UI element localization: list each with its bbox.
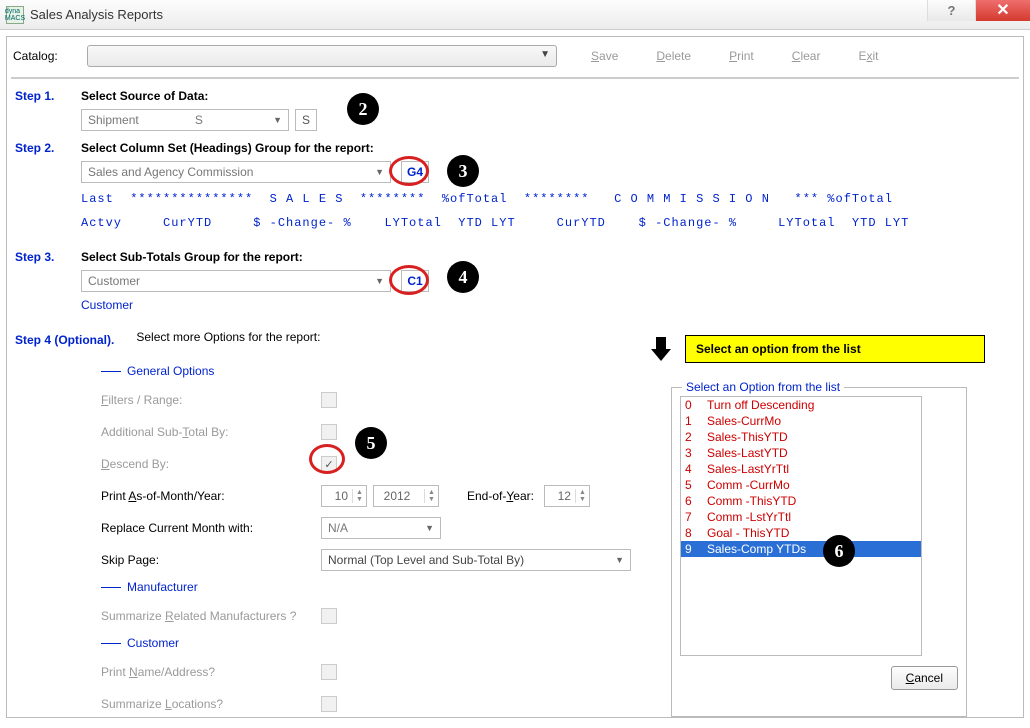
option-item-5[interactable]: 5Comm -CurrMo [681, 477, 921, 493]
asof-month-value: 10 [322, 489, 352, 503]
summarize-related-label: Summarize Related Manufacturers ? [101, 609, 321, 623]
print-name-label: Print Name/Address? [101, 665, 321, 679]
catalog-row: Catalog: Save Delete Print Clear Exit [11, 41, 1019, 79]
addl-subtotal-checkbox[interactable] [321, 424, 337, 440]
catalog-label: Catalog: [13, 49, 81, 63]
app-icon: dyna MACS [6, 6, 24, 24]
summarize-loc-label: Summarize Locations? [101, 697, 321, 711]
chevron-down-icon: ▼ [375, 167, 384, 177]
section-customer-label: Customer [127, 636, 179, 650]
window-title: Sales Analysis Reports [30, 7, 163, 22]
subtotal-code[interactable]: C1 [401, 270, 429, 292]
chevron-down-icon: ▼ [375, 276, 384, 286]
step3-label: Step 3. [15, 250, 81, 264]
addl-subtotal-label: Additional Sub-Total By: [101, 425, 321, 439]
close-button[interactable]: ✕ [975, 0, 1030, 21]
asof-year-spinner[interactable]: 2012 ▲▼ [373, 485, 439, 507]
dialog-body: Catalog: Save Delete Print Clear Exit St… [6, 36, 1024, 718]
eoy-label: End-of-Year: [467, 489, 534, 503]
asof-year-value: 2012 [374, 489, 424, 503]
column-group-code[interactable]: G4 [401, 161, 429, 183]
step2-label: Step 2. [15, 141, 81, 155]
chevron-down-icon: ▼ [425, 523, 434, 533]
print-name-checkbox[interactable] [321, 664, 337, 680]
section-customer: Customer [101, 636, 741, 650]
option-list[interactable]: 0Turn off Descending1Sales-CurrMo2Sales-… [680, 396, 922, 656]
option-item-2[interactable]: 2Sales-ThisYTD [681, 429, 921, 445]
skip-label: Skip Page: [101, 553, 321, 567]
step4-title: Select more Options for the report: [136, 330, 320, 344]
option-item-4[interactable]: 4Sales-LastYrTtl [681, 461, 921, 477]
summarize-loc-checkbox[interactable] [321, 696, 337, 712]
filters-label: Filters / Range: [101, 393, 321, 407]
skip-select[interactable]: Normal (Top Level and Sub-Total By) ▼ [321, 549, 631, 571]
summarize-related-checkbox[interactable] [321, 608, 337, 624]
eoy-spinner[interactable]: 12 ▲▼ [544, 485, 590, 507]
source-code-button[interactable]: S [295, 109, 317, 131]
chevron-down-icon: ▼ [273, 115, 282, 125]
replace-label: Replace Current Month with: [101, 521, 321, 535]
column-group-value: Sales and Agency Commission [88, 165, 253, 179]
catalog-select[interactable] [87, 45, 557, 67]
print-link[interactable]: Print [729, 49, 754, 63]
action-links: Save Delete Print Clear Exit [591, 49, 878, 63]
delete-link[interactable]: Delete [656, 49, 691, 63]
replace-select[interactable]: N/A ▼ [321, 517, 441, 539]
step1-title: Select Source of Data: [81, 89, 1015, 103]
descend-checkbox[interactable]: ✓ [321, 456, 337, 472]
option-popup-legend: Select an Option from the list [682, 380, 844, 394]
arrow-down-icon [651, 337, 671, 363]
column-preview-line2: Actvy CurYTD $ -Change- % LYTotal YTD LY… [81, 213, 1015, 235]
clear-link[interactable]: Clear [792, 49, 821, 63]
step1-label: Step 1. [15, 89, 81, 103]
tooltip-banner: Select an option from the list [685, 335, 985, 363]
asof-month-spinner[interactable]: 10 ▲▼ [321, 485, 367, 507]
source-select-code: S [195, 113, 203, 127]
step1-row: Step 1. Select Source of Data: Shipment … [15, 89, 1015, 131]
step3-row: Step 3. Select Sub-Totals Group for the … [15, 250, 1015, 324]
cancel-button[interactable]: Cancel [891, 666, 958, 690]
replace-value: N/A [328, 521, 348, 535]
option-item-1[interactable]: 1Sales-CurrMo [681, 413, 921, 429]
source-select-value: Shipment [88, 113, 139, 127]
step2-row: Step 2. Select Column Set (Headings) Gro… [15, 141, 1015, 244]
option-item-8[interactable]: 8Goal - ThisYTD [681, 525, 921, 541]
option-item-6[interactable]: 6Comm -ThisYTD [681, 493, 921, 509]
section-general: General Options [101, 364, 741, 378]
step2-title: Select Column Set (Headings) Group for t… [81, 141, 1015, 155]
source-select[interactable]: Shipment S ▼ [81, 109, 289, 131]
save-link[interactable]: Save [591, 49, 618, 63]
help-button[interactable]: ? [927, 0, 975, 21]
option-item-3[interactable]: 3Sales-LastYTD [681, 445, 921, 461]
filters-checkbox[interactable] [321, 392, 337, 408]
print-asof-label: Print As-of-Month/Year: [101, 489, 321, 503]
descend-label: Descend By: [101, 457, 321, 471]
section-general-label: General Options [127, 364, 214, 378]
column-preview-line1: Last *************** S A L E S ******** … [81, 189, 1015, 211]
titlebar: dyna MACS Sales Analysis Reports ? ✕ [0, 0, 1030, 30]
skip-value: Normal (Top Level and Sub-Total By) [328, 553, 524, 567]
eoy-value: 12 [545, 489, 575, 503]
column-group-select[interactable]: Sales and Agency Commission ▼ [81, 161, 391, 183]
subtotal-detail: Customer [81, 298, 1015, 312]
section-manufacturer: Manufacturer [101, 580, 741, 594]
option-item-9[interactable]: 9Sales-Comp YTDs [681, 541, 921, 557]
option-item-0[interactable]: 0Turn off Descending [681, 397, 921, 413]
section-manufacturer-label: Manufacturer [127, 580, 198, 594]
step3-title: Select Sub-Totals Group for the report: [81, 250, 1015, 264]
step4-label: Step 4 (Optional). [15, 333, 114, 347]
subtotal-value: Customer [88, 274, 140, 288]
subtotal-select[interactable]: Customer ▼ [81, 270, 391, 292]
chevron-down-icon: ▼ [615, 555, 624, 565]
option-item-7[interactable]: 7Comm -LstYrTtl [681, 509, 921, 525]
exit-link[interactable]: Exit [858, 49, 878, 63]
option-popup: Select an Option from the list 0Turn off… [671, 387, 967, 717]
